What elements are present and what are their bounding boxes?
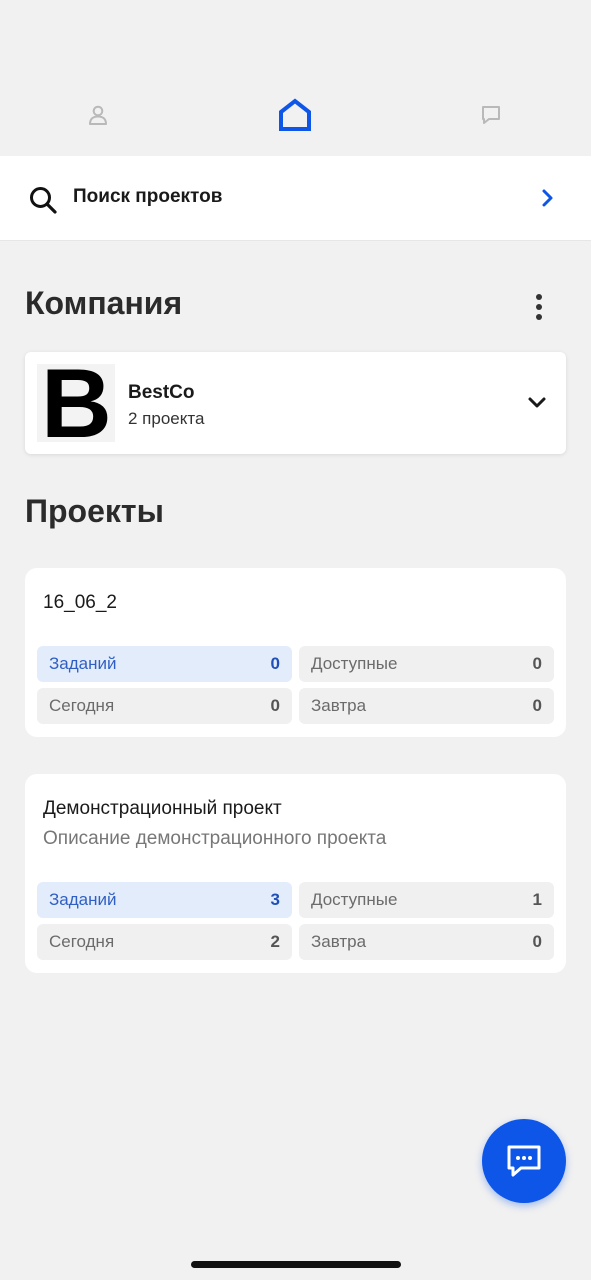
stat-value: 0 [270, 696, 280, 715]
project-card[interactable]: Демонстрационный проект Описание демонст… [25, 774, 566, 973]
company-selector-card[interactable]: B BestCo 2 проекта [25, 352, 566, 454]
nav-chat-button[interactable] [466, 90, 516, 140]
project-name: Демонстрационный проект [43, 798, 282, 819]
stat-label: Доступные [311, 654, 398, 673]
search-label: Поиск проектов [73, 186, 223, 207]
search-icon [30, 187, 57, 214]
nav-home-button[interactable] [270, 90, 320, 140]
stat-value: 0 [270, 654, 280, 673]
company-projects-count: 2 проекта [128, 409, 205, 428]
stat-value: 0 [532, 932, 542, 951]
stat-label: Завтра [311, 696, 367, 715]
stat-value: 2 [270, 932, 280, 951]
top-navigation [0, 0, 591, 156]
more-dot-icon [536, 314, 542, 320]
stat-label: Сегодня [49, 932, 115, 951]
home-indicator [191, 1261, 401, 1268]
chevron-right-icon [542, 189, 553, 207]
project-name: 16_06_2 [43, 592, 117, 613]
more-dot-icon [536, 294, 542, 300]
stat-label: Завтра [311, 932, 367, 951]
project-description: Описание демонстрационного проекта [43, 828, 387, 849]
chevron-down-icon [528, 397, 546, 408]
stat-value: 0 [532, 654, 542, 673]
stat-available: Доступные 1 [299, 882, 554, 918]
more-options-button[interactable] [524, 290, 554, 324]
stat-label: Сегодня [49, 696, 115, 715]
nav-profile-button[interactable] [73, 90, 123, 140]
profile-icon [89, 105, 107, 125]
stat-label: Заданий [49, 654, 117, 673]
company-logo-letter: B [41, 364, 112, 442]
stat-tomorrow: Завтра 0 [299, 924, 554, 960]
stat-tasks: Заданий 0 [37, 646, 292, 682]
search-projects-bar[interactable]: Поиск проектов [0, 156, 591, 241]
stat-today: Сегодня 0 [37, 688, 292, 724]
project-card[interactable]: 16_06_2 Заданий 0 Доступные 0 Сегодня 0 … [25, 568, 566, 737]
stat-value: 1 [532, 890, 542, 909]
stat-today: Сегодня 2 [37, 924, 292, 960]
stat-tomorrow: Завтра 0 [299, 688, 554, 724]
chat-icon [482, 106, 500, 124]
company-section-title: Компания [25, 285, 183, 321]
stat-value: 3 [270, 890, 280, 909]
company-logo: B [37, 364, 115, 442]
home-icon [279, 98, 311, 131]
stat-label: Заданий [49, 890, 117, 909]
message-icon [507, 1145, 541, 1177]
stat-label: Доступные [311, 890, 398, 909]
chat-fab-button[interactable] [482, 1119, 566, 1203]
stat-available: Доступные 0 [299, 646, 554, 682]
more-dot-icon [536, 304, 542, 310]
stat-value: 0 [532, 696, 542, 715]
company-name: BestCo [128, 382, 195, 403]
stat-tasks: Заданий 3 [37, 882, 292, 918]
projects-section-title: Проекты [25, 493, 164, 529]
